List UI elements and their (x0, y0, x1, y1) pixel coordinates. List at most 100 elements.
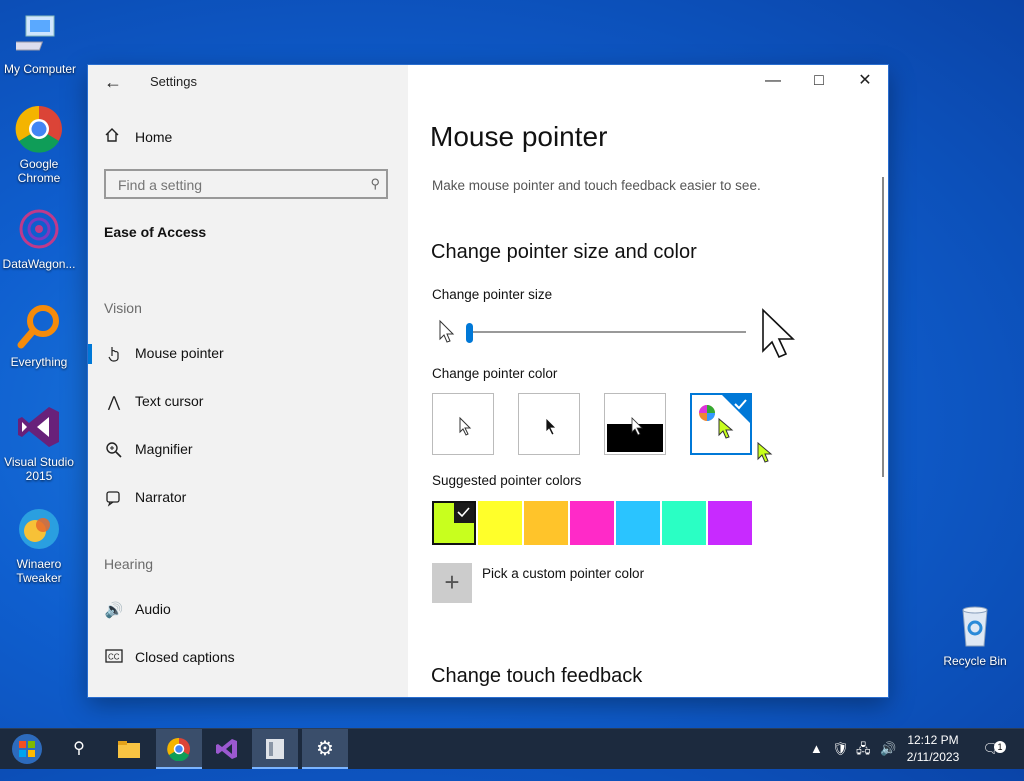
custom-color-label[interactable]: Pick a custom pointer color (482, 566, 644, 581)
minimize-icon: — (765, 72, 781, 89)
desktop-icon-chrome[interactable]: Google Chrome (0, 105, 79, 185)
desktop-icon-label: Everything (10, 355, 68, 369)
desktop-icon-recycle-bin[interactable]: Recycle Bin (935, 602, 1015, 668)
clock-time: 12:12 PM (907, 733, 959, 747)
minimize-button[interactable]: — (750, 65, 796, 97)
sidebar-item-label: Closed captions (135, 649, 235, 665)
suggested-color-swatch[interactable] (616, 501, 660, 545)
desktop-icon-label: Google Chrome (17, 157, 61, 185)
section-heading-touch: Change touch feedback (431, 665, 643, 687)
taskbar-chrome[interactable] (156, 729, 202, 769)
magnifier-icon (104, 441, 124, 459)
taskbar: ⚲ ⚙ ▲ 🛡 🖧 🔊 12:12 PM 2/11/2023 🗨 1 (0, 728, 1024, 769)
sidebar-item-label: Magnifier (135, 441, 193, 457)
desktop-icon-label: Recycle Bin (943, 654, 1007, 668)
sidebar-item-label: Audio (135, 601, 171, 617)
windows-start-icon (11, 734, 43, 769)
pointer-size-label: Change pointer size (432, 287, 553, 302)
search-icon: ⚲ (73, 740, 85, 757)
taskbar-search-button[interactable]: ⚲ (56, 729, 102, 769)
visual-studio-icon (215, 739, 239, 765)
everything-search-icon (15, 303, 63, 351)
close-button[interactable]: ✕ (842, 65, 888, 97)
tray-network-icon[interactable]: 🖧 (856, 729, 871, 769)
notification-center-button[interactable]: 🗨 1 (974, 729, 1008, 769)
scrollbar[interactable] (882, 177, 884, 477)
pointer-color-black[interactable] (518, 393, 580, 455)
section-heading-size-color: Change pointer size and color (431, 241, 697, 263)
suggested-color-swatch[interactable] (432, 501, 476, 545)
show-hidden-icons-button[interactable]: ▲ (810, 729, 823, 769)
pointer-color-white[interactable] (432, 393, 494, 455)
section-label-vision: Vision (104, 300, 142, 316)
sidebar-item-label: Text cursor (135, 393, 204, 409)
taskbar-visual-studio[interactable] (204, 729, 250, 769)
folder-icon (117, 741, 141, 763)
maximize-button[interactable]: □ (796, 65, 842, 97)
sidebar-item-mouse-pointer[interactable]: Mouse pointer (88, 336, 408, 372)
desktop-icon-label: My Computer (3, 62, 77, 76)
suggested-color-swatch[interactable] (478, 501, 522, 545)
close-icon: ✕ (858, 72, 872, 89)
closed-captions-icon: CC (104, 649, 124, 667)
desktop-icon-label: Visual Studio 2015 (4, 455, 74, 483)
maximize-icon: □ (814, 72, 824, 89)
chrome-icon (167, 737, 191, 765)
desktop-icon-datawagon[interactable]: DataWagon... (0, 205, 79, 271)
search-input[interactable] (116, 176, 360, 194)
sidebar-item-text-cursor[interactable]: ⋀ Text cursor (88, 384, 408, 420)
large-pointer-icon (760, 307, 796, 366)
start-button[interactable] (4, 729, 50, 769)
audio-icon: 🔊 (104, 602, 124, 619)
suggested-color-swatch[interactable] (524, 501, 568, 545)
taskbar-file-explorer[interactable] (106, 729, 152, 769)
mouse-pointer-icon (104, 345, 124, 363)
home-label: Home (135, 129, 173, 145)
taskbar-app[interactable] (252, 729, 298, 769)
search-box[interactable]: ⚲ (104, 169, 388, 199)
pointer-size-slider-thumb[interactable] (466, 323, 473, 343)
winaero-tweaker-icon (15, 505, 63, 553)
add-custom-color-button[interactable]: + (432, 563, 472, 603)
clock-date: 2/11/2023 (906, 750, 960, 764)
sidebar-item-narrator[interactable]: Narrator (88, 480, 408, 516)
desktop-icon-winaero[interactable]: Winaero Tweaker (0, 505, 79, 585)
search-icon[interactable]: ⚲ (370, 176, 380, 192)
content-pane: — □ ✕ Mouse pointer Make mouse pointer a… (408, 65, 888, 697)
suggested-color-swatch[interactable] (570, 501, 614, 545)
recycle-bin-icon (951, 602, 999, 650)
home-icon (104, 127, 120, 148)
gear-icon: ⚙ (316, 738, 334, 760)
pointer-size-slider-track[interactable] (470, 331, 746, 333)
tray-security-icon[interactable]: 🛡 (832, 729, 849, 769)
chrome-icon (15, 105, 63, 153)
tray-volume-icon[interactable]: 🔊 (880, 729, 896, 769)
sidebar-item-magnifier[interactable]: Magnifier (88, 432, 408, 468)
pointer-color-custom[interactable] (690, 393, 752, 455)
computer-icon (8, 10, 64, 58)
taskbar-settings[interactable]: ⚙ (302, 729, 348, 769)
suggested-color-swatch[interactable] (708, 501, 752, 545)
taskbar-clock[interactable]: 12:12 PM 2/11/2023 (902, 732, 964, 766)
narrator-icon (104, 489, 124, 507)
datawagon-icon (15, 205, 63, 253)
document-icon (264, 739, 286, 765)
desktop-icon-everything[interactable]: Everything (0, 303, 79, 369)
suggested-color-swatch[interactable] (662, 501, 706, 545)
text-cursor-icon: ⋀ (107, 394, 121, 411)
sidebar-item-closed-captions[interactable]: CC Closed captions (88, 640, 408, 676)
sidebar-item-home[interactable]: Home (88, 123, 408, 153)
active-indicator (88, 344, 92, 364)
plus-icon: + (444, 567, 460, 597)
sidebar-item-label: Mouse pointer (135, 345, 224, 361)
desktop-icon-visual-studio[interactable]: Visual Studio 2015 (0, 403, 79, 483)
back-arrow-icon[interactable]: ← (102, 71, 124, 93)
suggested-colors-label: Suggested pointer colors (432, 473, 582, 488)
desktop-icon-my-computer[interactable]: My Computer (0, 10, 80, 76)
visual-studio-icon (15, 403, 63, 451)
sidebar: ← Settings Home ⚲ Ease of Access Vision … (88, 65, 408, 697)
pointer-color-inverted[interactable] (604, 393, 666, 455)
svg-text:CC: CC (108, 653, 120, 662)
check-icon (454, 503, 474, 523)
sidebar-item-audio[interactable]: 🔊 Audio (88, 592, 408, 628)
